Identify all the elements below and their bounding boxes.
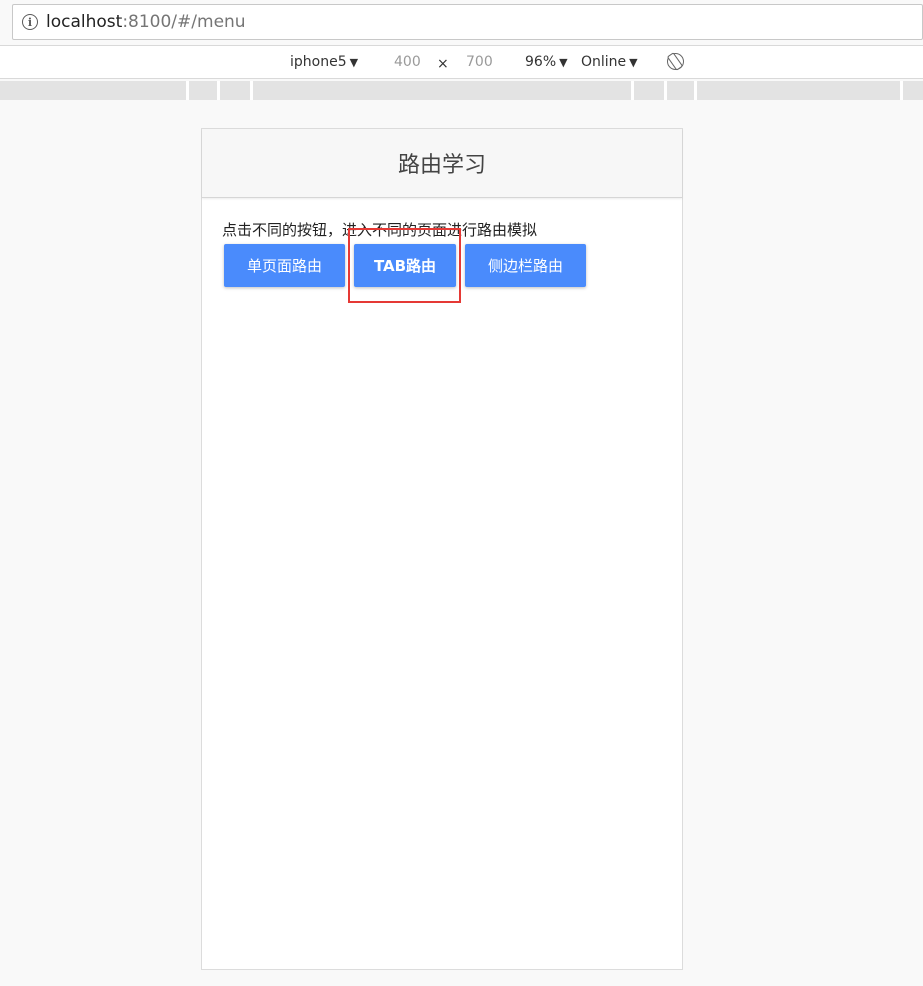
dimension-separator: × [437,56,449,72]
chevron-down-icon: ▼ [629,56,638,69]
tab-route-button[interactable]: TAB路由 [354,244,456,287]
address-bar[interactable]: i localhost:8100/#/menu [12,4,923,40]
width-input[interactable]: 400 [394,54,421,70]
side-menu-route-button[interactable]: 侧边栏路由 [465,244,586,287]
ruler-marker [664,81,667,100]
page-title: 路由学习 [397,153,486,178]
url-path: :8100/#/menu [122,12,246,32]
ruler-marker [631,81,634,100]
device-select-label: iphone5 [290,54,347,70]
app-header: 路由学习 [202,129,682,198]
ruler-marker [186,81,189,100]
ruler-marker [900,81,903,100]
url-host: localhost [46,12,123,32]
chevron-down-icon: ▼ [559,56,568,69]
ruler-marker [217,81,220,100]
ruler-marker [250,81,253,100]
height-input[interactable]: 700 [466,54,493,70]
info-icon[interactable]: i [22,14,38,30]
device-select[interactable]: iphone5 ▼ [290,54,358,70]
intro-text: 点击不同的按钮，进入不同的页面进行路由模拟 [222,221,538,239]
url-text[interactable]: localhost:8100/#/menu [46,12,246,32]
device-toolbar: iphone5 ▼ 400 × 700 96% ▼ Online ▼ [0,45,923,79]
zoom-select[interactable]: 96% ▼ [525,54,568,70]
rotate-icon[interactable] [667,53,684,70]
device-viewport: 路由学习 点击不同的按钮，进入不同的页面进行路由模拟 单页面路由 TAB路由 侧… [201,128,683,970]
zoom-select-label: 96% [525,54,557,70]
single-page-route-button[interactable]: 单页面路由 [224,244,345,287]
chevron-down-icon: ▼ [349,56,359,69]
ruler-marker [694,81,697,100]
network-select-label: Online [581,54,627,70]
network-select[interactable]: Online ▼ [581,54,638,70]
media-query-ruler[interactable] [0,81,923,100]
